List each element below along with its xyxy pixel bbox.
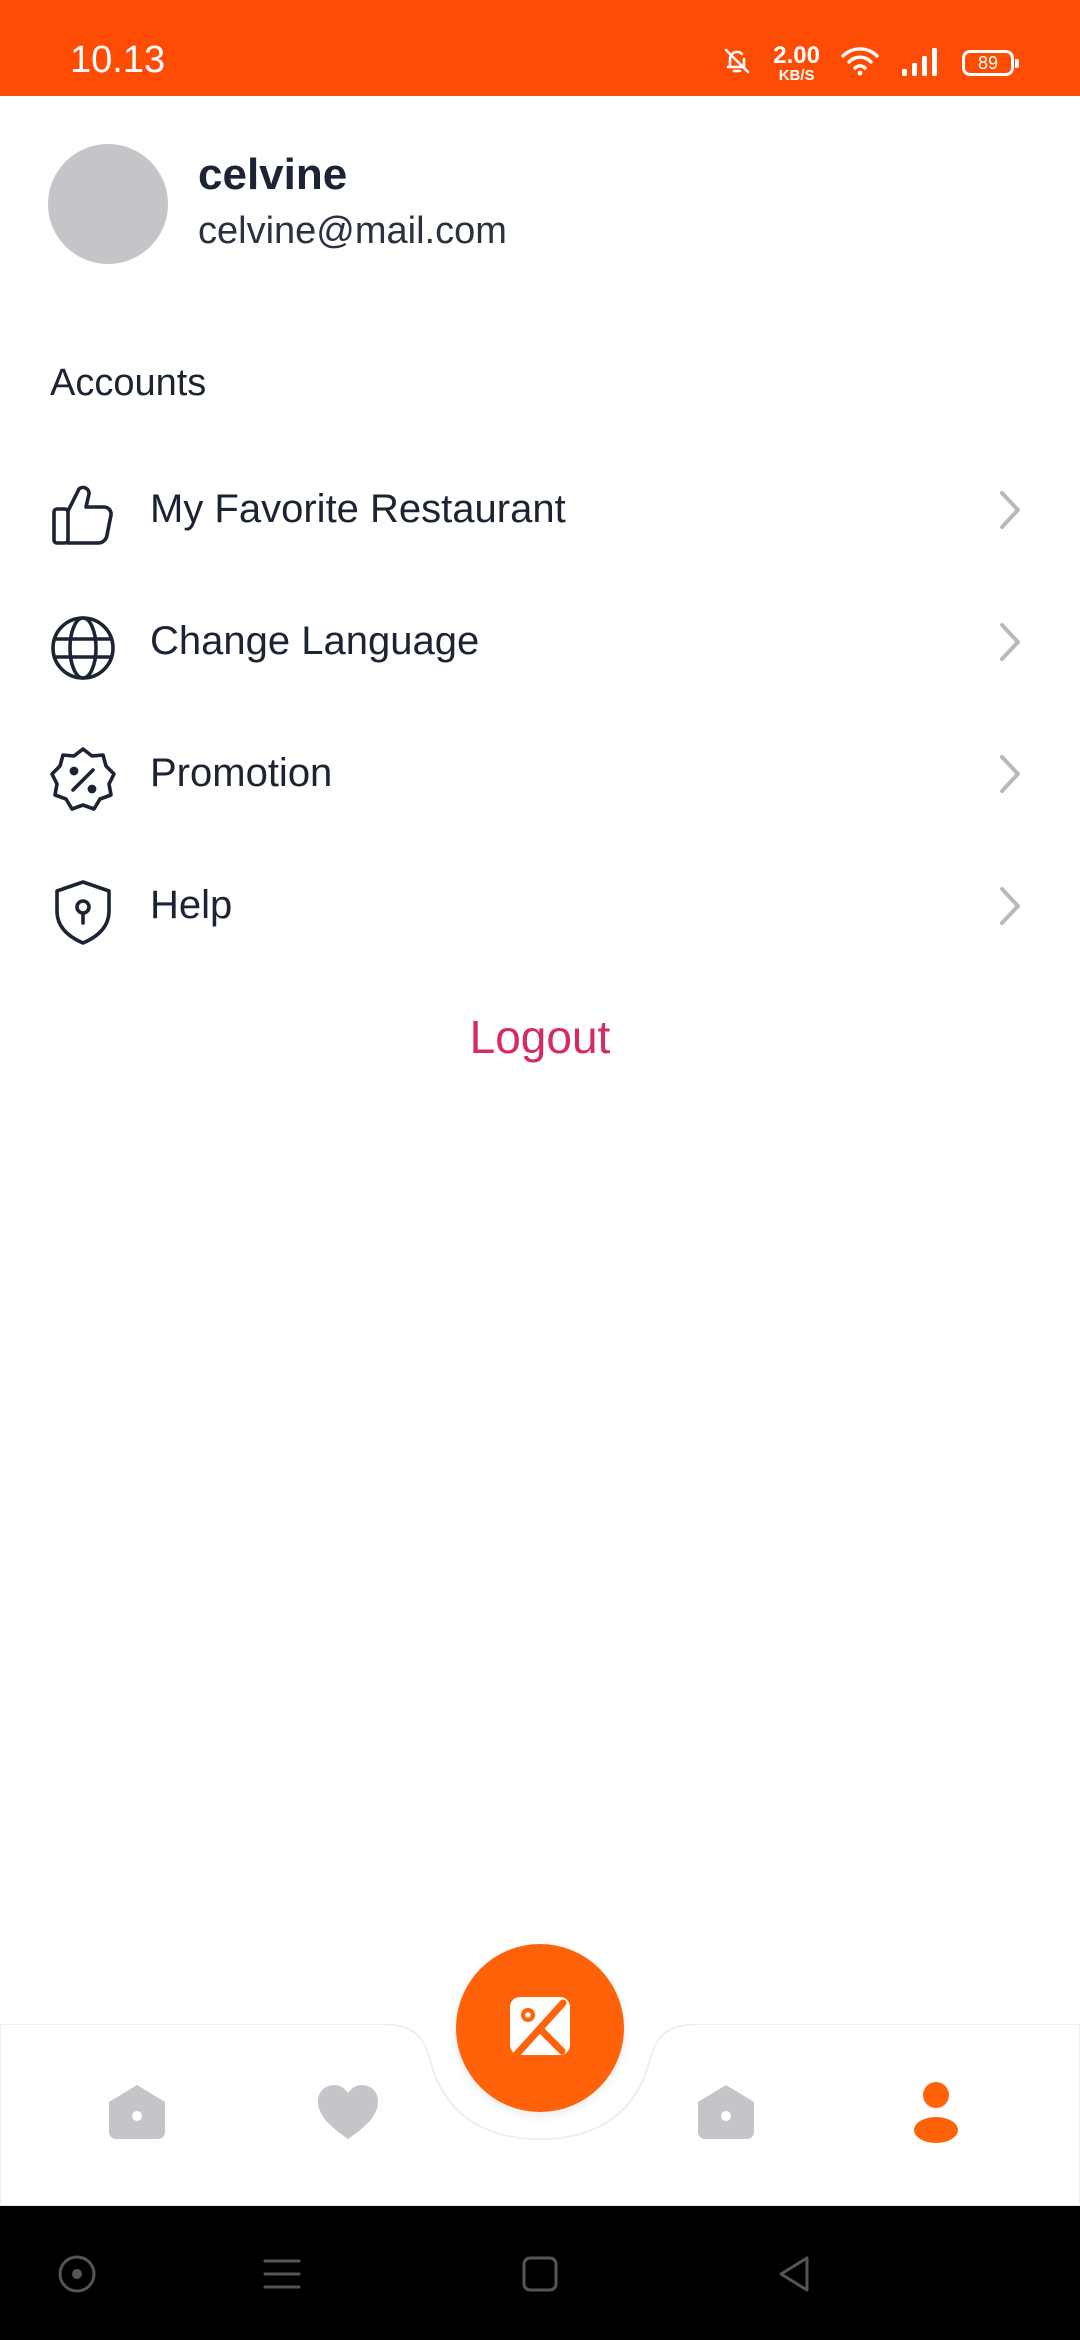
heart-icon: [316, 2083, 380, 2146]
avatar[interactable]: [48, 144, 168, 264]
signal-icon: [900, 45, 942, 82]
menu-item-label: My Favorite Restaurant: [150, 487, 566, 531]
battery-indicator: 89: [962, 50, 1019, 76]
network-speed: 2.00 KB/S: [773, 41, 820, 84]
scan-image-button[interactable]: [456, 1944, 624, 2112]
profile-name: celvine: [198, 150, 348, 199]
menu-item-favorite-restaurant[interactable]: My Favorite Restaurant: [0, 455, 1080, 565]
logout-button[interactable]: Logout: [0, 1010, 1080, 1064]
chevron-right-icon: [990, 485, 1030, 535]
menu-icon: [261, 2253, 303, 2300]
scan-image-icon: [508, 1995, 572, 2062]
home-icon: [105, 2082, 169, 2147]
chevron-right-icon: [990, 617, 1030, 667]
chevron-right-icon: [990, 881, 1030, 931]
thumbs-up-icon: [48, 481, 118, 551]
menu-item-change-language[interactable]: Change Language: [0, 587, 1080, 697]
globe-icon: [48, 613, 118, 683]
home-square-icon: [519, 2253, 561, 2300]
screen-record-button[interactable]: [47, 2246, 107, 2306]
shield-keyhole-icon: [48, 877, 118, 947]
menu-item-label: Change Language: [150, 619, 480, 663]
menu-item-help[interactable]: Help: [0, 851, 1080, 961]
status-time: 10.13: [70, 39, 166, 81]
bell-off-icon: [721, 45, 753, 82]
profile-email: celvine@mail.com: [198, 210, 507, 252]
wifi-icon: [840, 45, 880, 82]
status-bar: 10.13 2.00 KB/S 89: [0, 0, 1080, 96]
user-icon: [911, 2080, 961, 2149]
status-icons: 2.00 KB/S 89: [721, 38, 1019, 88]
nav-home-button[interactable]: [92, 2069, 182, 2159]
menu-item-promotion[interactable]: Promotion: [0, 719, 1080, 829]
nav-explore-button[interactable]: [681, 2069, 771, 2159]
recent-apps-button[interactable]: [252, 2246, 312, 2306]
screen-record-icon: [56, 2253, 98, 2300]
chevron-right-icon: [990, 749, 1030, 799]
menu-item-label: Help: [150, 883, 233, 927]
back-icon: [773, 2253, 815, 2300]
back-system-button[interactable]: [764, 2246, 824, 2306]
system-navigation-bar: [0, 2206, 1080, 2340]
home-system-button[interactable]: [510, 2246, 570, 2306]
menu-item-label: Promotion: [150, 751, 333, 795]
discount-badge-icon: [48, 745, 118, 815]
home-icon: [694, 2082, 758, 2147]
accounts-section-title: Accounts: [50, 362, 207, 404]
nav-profile-button[interactable]: [891, 2069, 981, 2159]
nav-favorites-button[interactable]: [303, 2069, 393, 2159]
